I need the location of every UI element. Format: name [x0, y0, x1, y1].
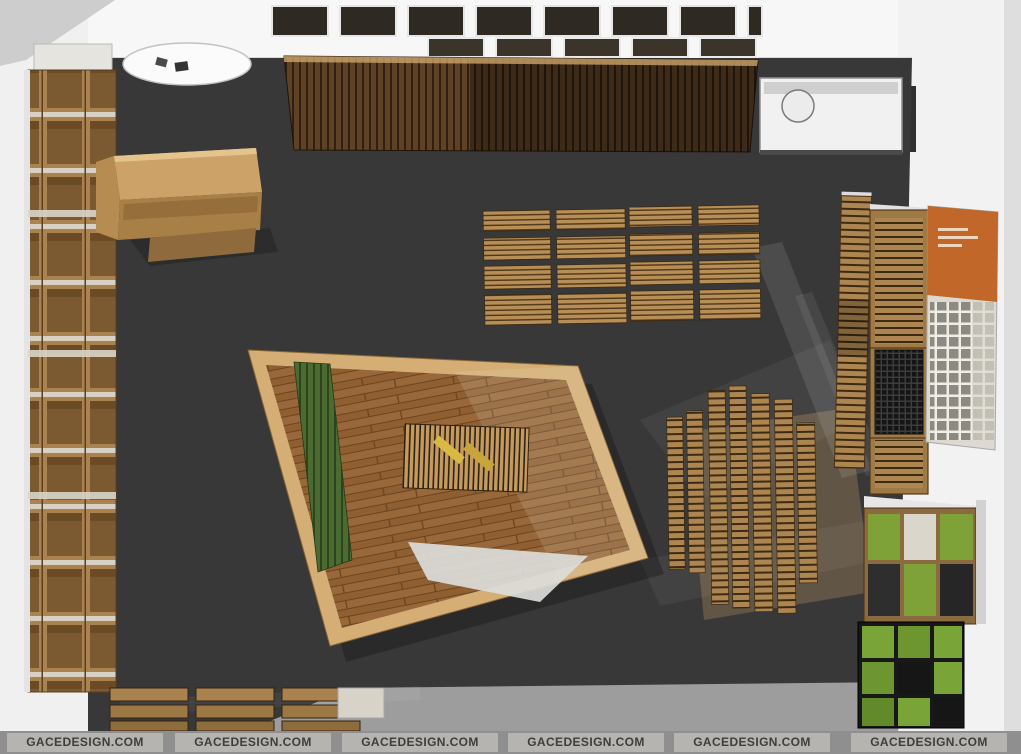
watermark-text: GACEDESIGN.COM: [870, 735, 988, 749]
ac-unit: [760, 78, 902, 155]
ceiling-light-fixture: [123, 43, 251, 85]
watermark-text: GACEDESIGN.COM: [693, 735, 811, 749]
watermark-bar: GACEDESIGN.COM GACEDESIGN.COM GACEDESIGN…: [0, 731, 1021, 754]
green-cubby-shelf-lower: [858, 622, 964, 728]
scene-canvas: GACEDESIGN.COM GACEDESIGN.COM GACEDESIGN…: [0, 0, 1021, 754]
interior-render: GACEDESIGN.COM GACEDESIGN.COM GACEDESIGN…: [0, 0, 1021, 754]
green-cubby-shelf-upper: [864, 496, 986, 624]
watermark-text: GACEDESIGN.COM: [527, 735, 645, 749]
wall-shelf-tall: [870, 204, 928, 494]
bottom-tables: [110, 688, 384, 731]
vent-icon: [175, 61, 189, 72]
watermark-text: GACEDESIGN.COM: [194, 735, 312, 749]
fan-circle-icon: [782, 90, 814, 122]
wall-poster: [926, 206, 998, 450]
watermark-text: GACEDESIGN.COM: [26, 735, 144, 749]
ceiling-slat-panel: [284, 56, 758, 152]
left-wall-shelving: [24, 44, 116, 692]
watermark-text: GACEDESIGN.COM: [361, 735, 479, 749]
platform-slat-table: [403, 424, 529, 492]
